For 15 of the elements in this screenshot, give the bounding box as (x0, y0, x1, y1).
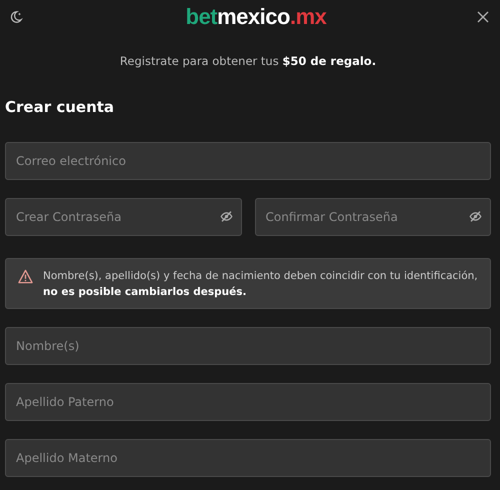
logo: betmexico.mx (186, 4, 326, 30)
theme-toggle-icon[interactable] (9, 10, 23, 24)
name-field[interactable]: Apellido Paterno (5, 383, 491, 421)
warning-text: Nombre(s), apellido(s) y fecha de nacimiento deben coincidir con tu identificación, no es posible cambiarlos después. (43, 269, 479, 300)
eye-slash-icon[interactable] (469, 210, 482, 223)
warning-icon (18, 269, 33, 284)
name-field[interactable]: Apellido Materno (5, 439, 491, 477)
close-icon[interactable] (477, 11, 489, 23)
name-field[interactable]: Nombre(s) (5, 327, 491, 365)
password-field[interactable]: Crear Contraseña (5, 198, 242, 236)
password-field[interactable]: Confirmar Contraseña (254, 198, 491, 236)
email-field[interactable]: Correo electrónico (5, 142, 491, 180)
promo-text: Registrate para obtener tus $50 de regalo. (120, 54, 376, 68)
eye-slash-icon[interactable] (220, 210, 232, 223)
form-heading: Crear cuenta (5, 98, 116, 116)
